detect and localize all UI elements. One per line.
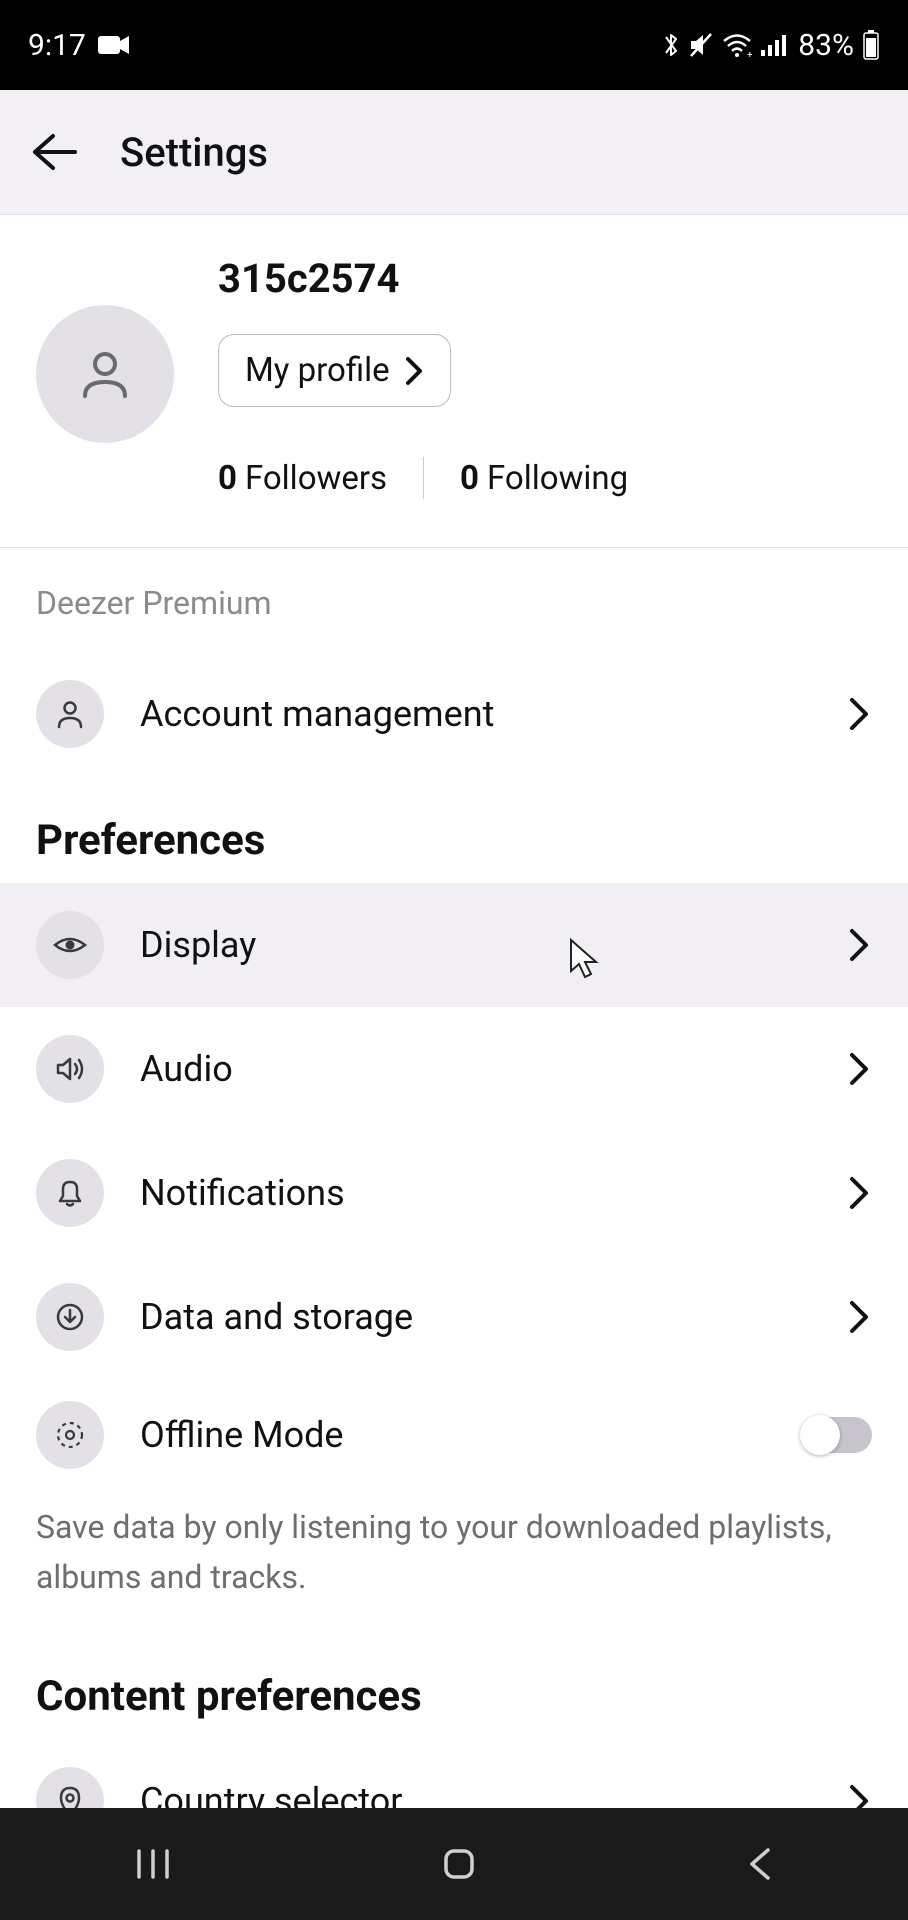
status-time: 9:17 <box>28 28 86 63</box>
arrow-left-icon <box>29 132 77 172</box>
my-profile-label: My profile <box>245 351 390 390</box>
home-button[interactable] <box>440 1845 478 1883</box>
display-label: Display <box>140 924 848 966</box>
chevron-right-icon <box>404 355 424 387</box>
chevron-right-icon <box>848 1173 872 1213</box>
chevron-right-icon <box>848 694 872 734</box>
data-storage-icon-wrap <box>36 1283 104 1351</box>
country-selector-label: Country selector <box>140 1780 848 1808</box>
download-circle-icon <box>53 1300 87 1334</box>
back-icon <box>746 1846 774 1882</box>
account-icon-wrap <box>36 680 104 748</box>
toggle-knob <box>800 1415 840 1455</box>
country-icon-wrap <box>36 1767 104 1808</box>
offline-icon <box>53 1418 87 1452</box>
account-management-label: Account management <box>140 693 848 735</box>
chevron-right-icon <box>848 1781 872 1808</box>
following-label: Following <box>487 459 628 498</box>
profile-section: 315c2574 My profile 0Followers 0Followin… <box>0 215 908 547</box>
display-row[interactable]: Display <box>0 883 908 1007</box>
person-icon <box>53 697 87 731</box>
offline-mode-label: Offline Mode <box>140 1414 802 1456</box>
data-storage-row[interactable]: Data and storage <box>0 1255 908 1379</box>
system-nav-bar <box>0 1808 908 1920</box>
eye-icon <box>52 927 88 963</box>
audio-row[interactable]: Audio <box>0 1007 908 1131</box>
followers-count: 0 <box>218 459 237 498</box>
wifi-icon: + <box>722 33 752 57</box>
account-management-row[interactable]: Account management <box>0 652 908 776</box>
recents-icon <box>134 1847 172 1881</box>
avatar[interactable] <box>36 305 174 443</box>
notifications-label: Notifications <box>140 1172 848 1214</box>
page-title: Settings <box>120 129 268 176</box>
chevron-right-icon <box>848 1049 872 1089</box>
followers-stat[interactable]: 0Followers <box>218 459 387 498</box>
system-back-button[interactable] <box>746 1846 774 1882</box>
signal-icon <box>760 33 786 57</box>
country-selector-row[interactable]: Country selector <box>0 1739 908 1808</box>
username: 315c2574 <box>218 255 872 302</box>
bluetooth-icon <box>662 30 680 60</box>
person-icon <box>75 344 135 404</box>
audio-label: Audio <box>140 1048 848 1090</box>
chevron-right-icon <box>848 1297 872 1337</box>
offline-mode-description: Save data by only listening to your down… <box>0 1491 908 1632</box>
data-storage-label: Data and storage <box>140 1296 848 1338</box>
back-button[interactable] <box>18 117 88 187</box>
subscription-plan: Deezer Premium <box>0 548 908 652</box>
offline-mode-row: Offline Mode <box>0 1379 908 1491</box>
record-icon <box>98 34 130 56</box>
bell-icon <box>53 1176 87 1210</box>
display-icon-wrap <box>36 911 104 979</box>
notifications-row[interactable]: Notifications <box>0 1131 908 1255</box>
battery-percent: 83% <box>798 28 854 63</box>
mute-icon <box>688 31 714 59</box>
my-profile-button[interactable]: My profile <box>218 334 451 407</box>
status-bar: 9:17 + 83% <box>0 0 908 90</box>
following-stat[interactable]: 0Following <box>460 459 628 498</box>
home-icon <box>440 1845 478 1883</box>
followers-label: Followers <box>245 459 387 498</box>
battery-icon <box>862 30 880 60</box>
content-preferences-title: Content preferences <box>0 1632 908 1739</box>
audio-icon-wrap <box>36 1035 104 1103</box>
notifications-icon-wrap <box>36 1159 104 1227</box>
offline-mode-toggle[interactable] <box>802 1417 872 1453</box>
app-header: Settings <box>0 90 908 215</box>
offline-icon-wrap <box>36 1401 104 1469</box>
preferences-title: Preferences <box>0 776 908 883</box>
svg-text:+: + <box>747 50 752 57</box>
recents-button[interactable] <box>134 1847 172 1881</box>
chevron-right-icon <box>848 925 872 965</box>
following-count: 0 <box>460 459 479 498</box>
speaker-icon <box>52 1051 88 1087</box>
pin-icon <box>53 1784 87 1808</box>
stat-divider <box>423 457 424 499</box>
